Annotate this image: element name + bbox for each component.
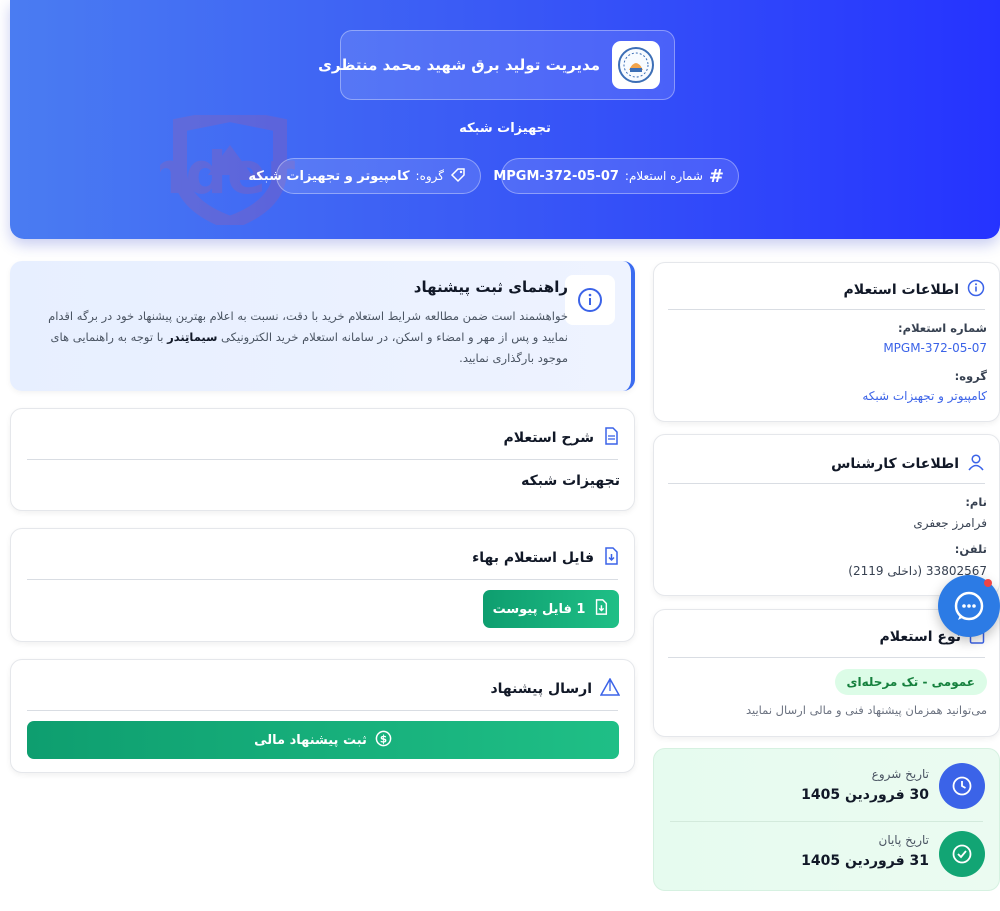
inquiry-info-card: اطلاعات استعلام شماره استعلام: MPGM-372-… [653, 262, 1000, 422]
inquiry-type-badge: عمومی - تک مرحله‌ای [834, 669, 987, 695]
divider [668, 657, 985, 658]
inquiry-number-link[interactable]: MPGM-372-05-07 [883, 341, 987, 355]
expert-phone-label: تلفن: [954, 542, 987, 556]
description-card-title: شرح استعلام [503, 430, 594, 446]
divider [27, 710, 618, 711]
attachment-button[interactable]: 1 فایل پیوست [483, 590, 619, 628]
file-download-icon [593, 599, 609, 619]
notification-dot [984, 579, 992, 587]
chat-button[interactable] [938, 575, 1000, 637]
inquiry-number-pill: # شماره استعلام: MPGM-372-05-07 [493, 158, 739, 194]
submit-card: ارسال پیشنهاد $ ثبت پیشنهاد مالی [10, 659, 635, 773]
hero-banner: AriaTender مدیریت تولید برق شهید محمد من… [10, 0, 1000, 239]
divider [27, 459, 618, 460]
file-card-title: فایل استعلام بهاء [472, 550, 594, 566]
guide-title: راهنمای ثبت پیشنهاد [413, 278, 568, 296]
end-date-label: تاریخ پایان [878, 833, 930, 847]
tag-icon [450, 167, 466, 186]
expert-info-card: اطلاعات کارشناس نام: فرامرز جعفری تلفن: … [653, 434, 1000, 596]
description-card-header: شرح استعلام [503, 427, 620, 449]
chat-icon [954, 591, 984, 621]
divider [668, 483, 985, 484]
expert-name-label: نام: [965, 495, 987, 509]
file-card: فایل استعلام بهاء 1 فایل پیوست [10, 528, 635, 642]
info-icon [565, 275, 615, 325]
group-label: گروه: [415, 169, 444, 183]
attachment-button-label: 1 فایل پیوست [492, 601, 586, 617]
inquiry-subject: تجهیزات شبکه [459, 121, 551, 136]
hash-icon: # [708, 165, 724, 187]
submit-button-label: ثبت پیشنهاد مالی [254, 732, 367, 748]
organization-logo [612, 41, 660, 89]
check-circle-icon [939, 831, 985, 877]
start-date-label: تاریخ شروع [871, 767, 929, 781]
clock-icon [939, 763, 985, 809]
document-icon [602, 427, 620, 449]
end-date-value: 31 فروردین 1405 [801, 853, 929, 869]
inquiry-number-value: MPGM-372-05-07 [493, 168, 619, 184]
group-link[interactable]: کامپیوتر و تجهیزات شبکه [862, 389, 987, 403]
inquiry-number-label: شماره استعلام: [898, 321, 987, 335]
organization-name: مدیریت تولید برق شهید محمد منتظری [318, 56, 600, 74]
dates-card: تاریخ شروع 30 فروردین 1405 تاریخ پایان 3… [653, 748, 1000, 891]
inquiry-info-header: اطلاعات استعلام [844, 279, 985, 301]
group-pill: گروه: کامپیوتر و تجهیزات شبکه [248, 158, 481, 194]
submit-card-header: ارسال پیشنهاد [490, 677, 621, 700]
user-icon [967, 453, 985, 475]
guide-text-brand: سیماتِندر [167, 330, 218, 344]
submit-financial-offer-button[interactable]: $ ثبت پیشنهاد مالی [27, 721, 619, 759]
submit-card-title: ارسال پیشنهاد [490, 681, 592, 697]
expert-info-header: اطلاعات کارشناس [831, 453, 985, 475]
description-body: تجهیزات شبکه [521, 473, 620, 489]
inquiry-type-badge-wrap: عمومی - تک مرحله‌ای [834, 669, 987, 695]
info-icon [967, 279, 985, 301]
divider [668, 309, 985, 310]
start-date-value: 30 فروردین 1405 [801, 787, 929, 803]
inquiry-number-label: شماره استعلام: [624, 169, 703, 183]
organization-box: مدیریت تولید برق شهید محمد منتظری [318, 30, 675, 100]
inquiry-type-title: نوع استعلام [879, 629, 961, 645]
group-value: کامپیوتر و تجهیزات شبکه [248, 168, 410, 184]
divider [670, 821, 983, 822]
inquiry-info-title: اطلاعات استعلام [843, 282, 959, 298]
guide-text: خواهشمند است ضمن مطالعه شرایط استعلام خر… [28, 306, 568, 369]
expert-info-title: اطلاعات کارشناس [831, 456, 959, 472]
expert-name-value: فرامرز جعفری [913, 516, 987, 530]
description-card: شرح استعلام تجهیزات شبکه [10, 408, 635, 511]
group-label: گروه: [954, 369, 987, 383]
file-card-header: فایل استعلام بهاء [472, 547, 620, 569]
dollar-icon: $ [375, 730, 392, 751]
file-download-icon [602, 547, 620, 569]
send-icon [599, 677, 621, 700]
svg-text:$: $ [380, 733, 387, 745]
divider [27, 579, 618, 580]
inquiry-type-note: می‌توانید همزمان پیشنهاد فنی و مالی ارسا… [745, 703, 987, 717]
